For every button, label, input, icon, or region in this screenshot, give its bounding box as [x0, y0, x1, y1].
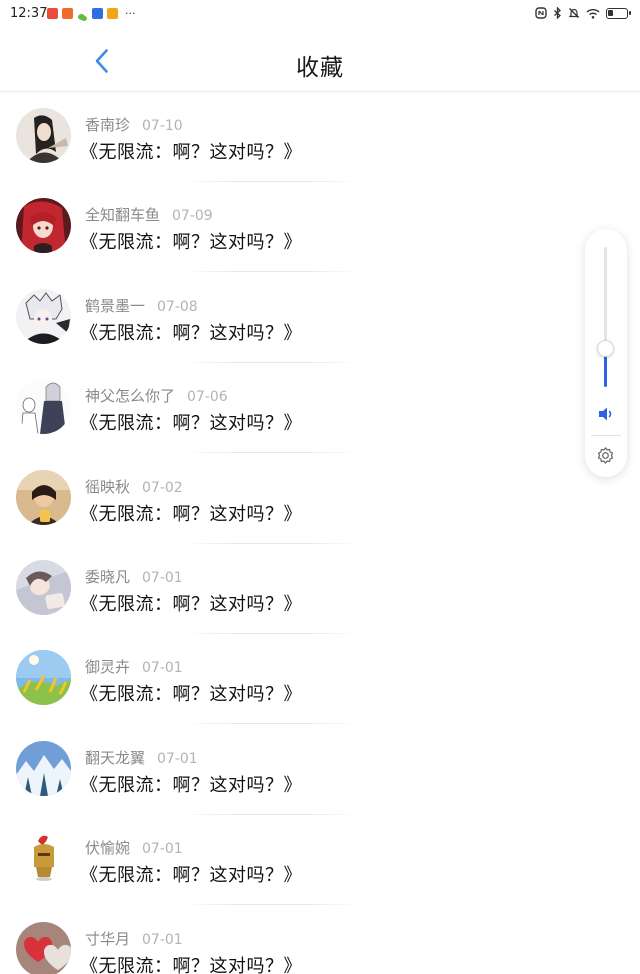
avatar[interactable] [16, 650, 71, 706]
list-item[interactable]: 神父怎么你了 07-06 《无限流：啊？这对吗？》 [0, 363, 640, 454]
speaker-icon[interactable] [596, 405, 616, 423]
item-name: 徭映秋 07-02 [85, 476, 183, 497]
battery-icon [606, 7, 631, 19]
list-item[interactable]: 鹤景墨一 07-08 《无限流：啊？这对吗？》 [0, 273, 640, 363]
avatar[interactable] [16, 831, 71, 887]
author-name: 神父怎么你了 [85, 387, 176, 406]
status-bar: 12:37 ··· [0, 0, 640, 30]
mute-bell-icon [568, 8, 580, 18]
item-name: 全知翻车鱼 07-09 [85, 204, 213, 225]
bluetooth-icon [554, 7, 561, 19]
item-date: 07-01 [142, 931, 183, 948]
divider [591, 435, 621, 436]
status-right [535, 7, 631, 19]
item-content: 《无限流：啊？这对吗？》 [80, 142, 302, 163]
gear-icon[interactable] [595, 445, 616, 466]
item-name: 寸华月 07-01 [85, 928, 183, 949]
avatar[interactable] [16, 379, 71, 435]
item-content: 《无限流：啊？这对吗？》 [80, 955, 302, 974]
item-name: 香南珍 07-10 [85, 114, 183, 135]
item-content: 《无限流：啊？这对吗？》 [80, 413, 302, 435]
item-date: 07-01 [142, 841, 183, 858]
list-item[interactable]: 徭映秋 07-02 《无限流：啊？这对吗？》 [0, 454, 640, 544]
author-name: 伏愉婉 [85, 839, 131, 858]
yellow-app-icon [107, 8, 118, 19]
wifi-icon [586, 8, 600, 19]
item-content: 《无限流：啊？这对吗？》 [80, 774, 302, 796]
page-title: 收藏 [296, 55, 344, 81]
blue-app-icon [92, 8, 103, 19]
volume-knob[interactable] [597, 340, 614, 357]
favorites-list: 香南珍 07-10 《无限流：啊？这对吗？》 全知翻车鱼 07-09 《无限流：啊？… [0, 92, 640, 974]
wechat-icon [77, 8, 88, 21]
item-name: 委晓凡 07-01 [85, 566, 183, 587]
volume-slider[interactable] [604, 247, 607, 387]
status-more-icon: ··· [125, 7, 136, 20]
avatar[interactable] [16, 288, 71, 344]
avatar[interactable] [16, 921, 71, 974]
list-item[interactable]: 香南珍 07-10 《无限流：啊？这对吗？》 [0, 92, 640, 182]
avatar[interactable] [16, 559, 71, 615]
item-content: 《无限流：啊？这对吗？》 [80, 593, 302, 615]
item-name: 鹤景墨一 07-08 [85, 295, 198, 316]
avatar[interactable] [16, 198, 71, 254]
list-item[interactable]: 翻天龙翼 07-01 《无限流：啊？这对吗？》 [0, 725, 640, 815]
nfc-icon [535, 7, 547, 19]
item-date: 07-06 [187, 389, 228, 406]
author-name: 翻天龙翼 [85, 748, 146, 767]
avatar[interactable] [16, 108, 71, 163]
list-item[interactable]: 寸华月 07-01 《无限流：啊？这对吗？》 [0, 906, 640, 974]
status-time: 12:37 [10, 6, 48, 21]
orange-app-icon [62, 8, 73, 19]
list-item[interactable]: 委晓凡 07-01 《无限流：啊？这对吗？》 [0, 544, 640, 634]
author-name: 全知翻车鱼 [85, 206, 161, 225]
item-date: 07-10 [142, 118, 183, 134]
list-item[interactable]: 全知翻车鱼 07-09 《无限流：啊？这对吗？》 [0, 182, 640, 273]
status-app-icons: ··· [47, 7, 136, 21]
item-content: 《无限流：啊？这对吗？》 [80, 322, 302, 344]
item-date: 07-09 [172, 208, 213, 225]
red-app-icon [47, 8, 58, 19]
item-name: 御灵卉 07-01 [85, 656, 183, 677]
author-name: 徭映秋 [85, 477, 131, 496]
item-date: 07-08 [157, 298, 198, 315]
avatar[interactable] [16, 469, 71, 525]
list-item[interactable]: 御灵卉 07-01 《无限流：啊？这对吗？》 [0, 634, 640, 725]
volume-panel [585, 229, 627, 477]
list-item[interactable]: 伏愉婉 07-01 《无限流：啊？这对吗？》 [0, 815, 640, 906]
header: 收藏 [0, 30, 640, 92]
item-content: 《无限流：啊？这对吗？》 [80, 232, 302, 254]
author-name: 委晓凡 [85, 567, 131, 586]
item-date: 07-01 [142, 660, 183, 677]
avatar[interactable] [16, 740, 71, 796]
item-content: 《无限流：啊？这对吗？》 [80, 503, 302, 525]
item-date: 07-02 [142, 479, 183, 496]
item-name: 伏愉婉 07-01 [85, 837, 183, 858]
author-name: 鹤景墨一 [85, 296, 146, 315]
item-name: 翻天龙翼 07-01 [85, 747, 198, 768]
item-name: 神父怎么你了 07-06 [85, 385, 228, 406]
item-date: 07-01 [157, 750, 198, 767]
item-content: 《无限流：啊？这对吗？》 [80, 684, 302, 706]
item-content: 《无限流：啊？这对吗？》 [80, 865, 302, 887]
item-date: 07-01 [142, 569, 183, 586]
author-name: 寸华月 [85, 929, 131, 948]
author-name: 御灵卉 [85, 658, 131, 677]
author-name: 香南珍 [85, 116, 131, 134]
